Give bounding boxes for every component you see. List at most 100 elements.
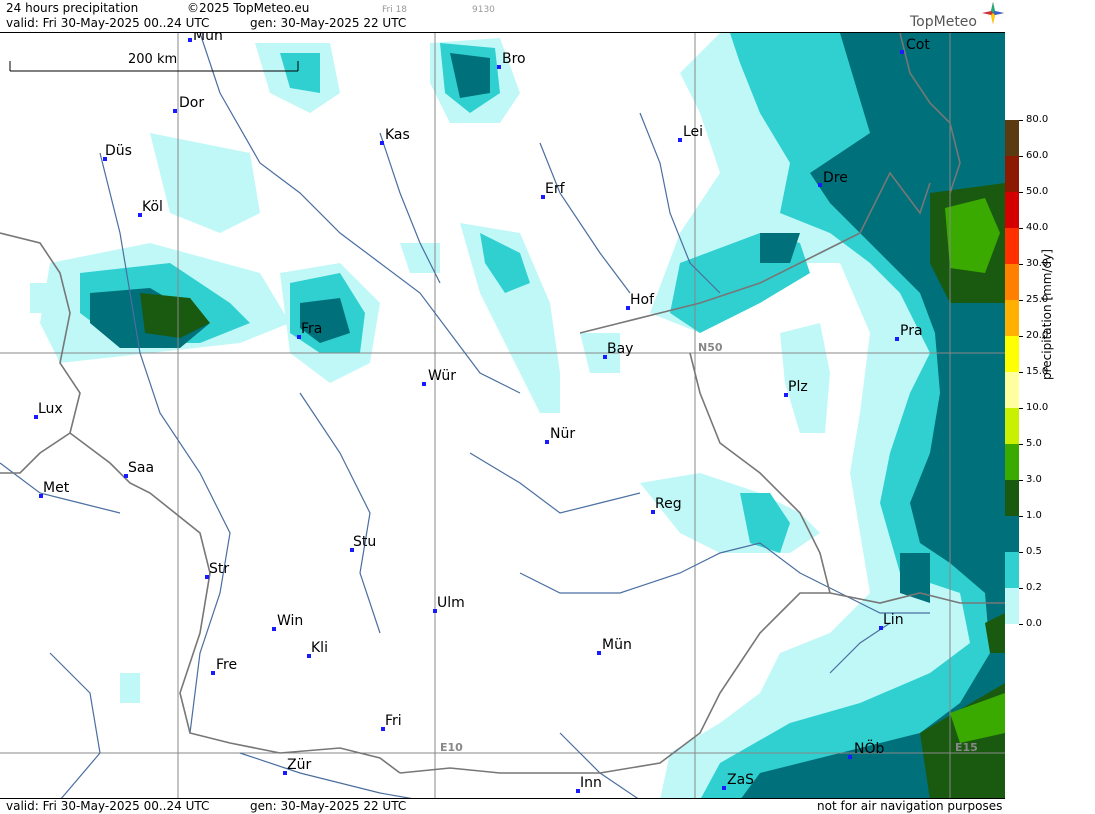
precipitation-map[interactable]: 200 km N50 E10 E15 Mün Bro Cot Dor Kas L… — [0, 32, 1005, 799]
city-label-lin[interactable]: Lin — [883, 612, 904, 628]
city-marker — [545, 440, 549, 444]
city-label-kli[interactable]: Kli — [311, 640, 328, 656]
city-label-saa[interactable]: Saa — [128, 460, 154, 476]
city-label-str[interactable]: Str — [209, 561, 229, 577]
colorbar-tick — [1019, 588, 1023, 589]
city-marker — [678, 138, 682, 142]
city-label-lei[interactable]: Lei — [683, 124, 703, 140]
city-label-dor[interactable]: Dor — [179, 95, 204, 111]
colorbar-level-label: 60.0 — [1026, 150, 1049, 161]
colorbar-level-label: 5.0 — [1026, 438, 1042, 449]
city-label-cot[interactable]: Cot — [906, 37, 930, 53]
map-title: 24 hours precipitation — [6, 1, 139, 15]
footer-valid: valid: Fri 30-May-2025 00..24 UTC — [6, 799, 210, 813]
city-label-dre[interactable]: Dre — [823, 170, 848, 186]
city-label-stu[interactable]: Stu — [353, 534, 376, 550]
city-marker — [211, 671, 215, 675]
city-label-mun-top[interactable]: Mün — [193, 33, 223, 44]
grid-label-e15: E15 — [955, 741, 978, 754]
colorbar-tick — [1019, 480, 1023, 481]
colorbar-level-label: 10.0 — [1026, 402, 1049, 413]
colorbar-tick — [1019, 300, 1023, 301]
city-label-nur[interactable]: Nür — [550, 426, 575, 442]
colorbar-tick — [1019, 408, 1023, 409]
city-label-dus[interactable]: Düs — [105, 143, 132, 159]
city-label-met[interactable]: Met — [43, 480, 69, 496]
city-label-pra[interactable]: Pra — [900, 323, 923, 339]
city-label-erf[interactable]: Erf — [545, 181, 565, 197]
city-label-plz[interactable]: Plz — [788, 379, 808, 395]
colorbar-level-label: 40.0 — [1026, 222, 1049, 233]
city-label-nob[interactable]: NÖb — [854, 741, 884, 757]
city-marker — [895, 337, 899, 341]
gen-time: gen: 30-May-2025 22 UTC — [250, 16, 407, 30]
city-label-ulm[interactable]: Ulm — [437, 595, 465, 611]
colorbar-segment — [1005, 192, 1019, 228]
colorbar-tick — [1019, 372, 1023, 373]
colorbar-segment — [1005, 336, 1019, 372]
city-label-win[interactable]: Win — [277, 613, 303, 629]
city-label-bay[interactable]: Bay — [607, 341, 633, 357]
city-marker — [900, 50, 904, 54]
colorbar-level-label: 0.0 — [1026, 618, 1042, 629]
city-marker — [848, 755, 852, 759]
scale-label: 200 km — [128, 52, 178, 67]
city-label-inn[interactable]: Inn — [580, 775, 602, 791]
city-marker — [818, 183, 822, 187]
colorbar-segment — [1005, 228, 1019, 264]
city-label-bro[interactable]: Bro — [502, 51, 526, 67]
colorbar-level-label: 1.0 — [1026, 510, 1042, 521]
topmeteo-logo[interactable]: TopMeteo — [910, 2, 1004, 30]
city-label-lux[interactable]: Lux — [38, 401, 63, 417]
city-label-fra[interactable]: Fra — [301, 321, 322, 337]
city-marker — [272, 627, 276, 631]
footer-gen: gen: 30-May-2025 22 UTC — [250, 799, 407, 813]
city-label-zas[interactable]: ZaS — [727, 772, 754, 788]
footer-note: not for air navigation purposes — [817, 799, 1003, 813]
colorbar-level-label: 80.0 — [1026, 114, 1049, 125]
logo-text: TopMeteo — [910, 14, 977, 30]
city-label-mun[interactable]: Mün — [602, 637, 632, 653]
city-marker — [597, 651, 601, 655]
header: 24 hours precipitation ©2025 TopMeteo.eu… — [0, 0, 1005, 32]
city-label-kas[interactable]: Kas — [385, 127, 410, 143]
city-marker — [173, 109, 177, 113]
colorbar-segment — [1005, 588, 1019, 624]
city-label-wur[interactable]: Wür — [428, 368, 456, 384]
colorbar-segment — [1005, 156, 1019, 192]
city-marker — [422, 382, 426, 386]
city-label-zur[interactable]: Zür — [287, 757, 311, 773]
colorbar-segment — [1005, 408, 1019, 444]
valid-time: valid: Fri 30-May-2025 00..24 UTC — [6, 16, 210, 30]
header-small-1: Fri 18 — [382, 5, 408, 15]
grid-label-n50: N50 — [698, 341, 723, 354]
grid-label-e10: E10 — [440, 741, 463, 754]
colorbar-level-label: 3.0 — [1026, 474, 1042, 485]
colorbar — [1005, 120, 1019, 640]
colorbar-level-label: 0.5 — [1026, 546, 1042, 557]
compass-icon — [982, 2, 1004, 24]
city-label-kol[interactable]: Köl — [142, 199, 163, 215]
colorbar-segment — [1005, 516, 1019, 552]
colorbar-tick — [1019, 192, 1023, 193]
footer: valid: Fri 30-May-2025 00..24 UTC gen: 3… — [0, 799, 1005, 814]
colorbar-tick — [1019, 264, 1023, 265]
colorbar-segment — [1005, 300, 1019, 336]
colorbar-level-label: 50.0 — [1026, 186, 1049, 197]
colorbar-tick — [1019, 228, 1023, 229]
colorbar-tick — [1019, 444, 1023, 445]
city-label-fre[interactable]: Fre — [216, 657, 237, 673]
city-label-hof[interactable]: Hof — [630, 292, 654, 308]
colorbar-tick — [1019, 516, 1023, 517]
city-marker — [722, 786, 726, 790]
colorbar-level-label: 0.2 — [1026, 582, 1042, 593]
city-label-reg[interactable]: Reg — [655, 496, 682, 512]
city-marker — [188, 38, 192, 42]
colorbar-segment — [1005, 372, 1019, 408]
header-small-2: 9130 — [472, 5, 495, 15]
city-label-fri[interactable]: Fri — [385, 713, 402, 729]
colorbar-segment — [1005, 264, 1019, 300]
colorbar-segment — [1005, 120, 1019, 156]
colorbar-tick — [1019, 552, 1023, 553]
colorbar-segment — [1005, 444, 1019, 480]
